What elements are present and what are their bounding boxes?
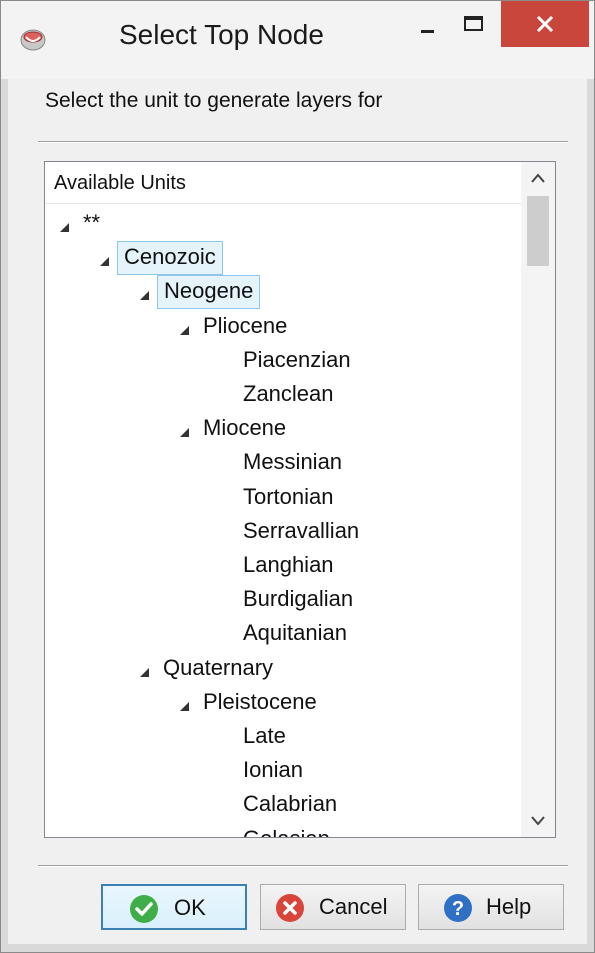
window-title: Select Top Node	[119, 19, 324, 50]
tree-node-label[interactable]: Messinian	[237, 446, 348, 478]
scroll-down-button[interactable]	[521, 805, 555, 837]
tree-node-label[interactable]: **	[77, 207, 106, 239]
tree-node[interactable]: Calabrian	[45, 788, 505, 822]
ok-button[interactable]: OK	[101, 884, 247, 930]
tree-node[interactable]: Pliocene	[45, 310, 505, 344]
tree-node-label[interactable]: Quaternary	[157, 652, 279, 684]
tree-node-label[interactable]: Pliocene	[197, 310, 293, 342]
app-icon	[19, 25, 47, 53]
tree-node[interactable]: Aquitanian	[45, 617, 505, 651]
bottom-separator	[38, 865, 568, 867]
tree-node-label[interactable]: Pleistocene	[197, 686, 323, 718]
minimize-button[interactable]	[405, 1, 451, 47]
tree-node[interactable]: Langhian	[45, 549, 505, 583]
tree-node-label[interactable]: Gelasian	[237, 823, 336, 837]
tree-node-label[interactable]: Tortonian	[237, 481, 340, 513]
close-button[interactable]	[501, 1, 589, 47]
tree-node-label[interactable]: Burdigalian	[237, 583, 359, 615]
tree-node[interactable]: Serravallian	[45, 515, 505, 549]
tree-node[interactable]: Burdigalian	[45, 583, 505, 617]
svg-text:?: ?	[452, 898, 464, 920]
tree-node[interactable]: Neogene	[45, 275, 505, 309]
tree-header-label: Available Units	[54, 172, 186, 194]
cancel-button[interactable]: Cancel	[260, 884, 406, 930]
tree-node[interactable]: Ionian	[45, 754, 505, 788]
tree-node-label[interactable]: Serravallian	[237, 515, 365, 547]
help-icon: ?	[443, 893, 473, 923]
tree-node[interactable]: Quaternary	[45, 652, 505, 686]
tree-node[interactable]: Piacenzian	[45, 344, 505, 378]
scroll-thumb[interactable]	[527, 196, 549, 266]
chevron-down-icon	[521, 816, 555, 837]
instruction-label: Select the unit to generate layers for	[45, 89, 383, 112]
tree-node-label[interactable]: Piacenzian	[237, 344, 357, 376]
expand-triangle-icon[interactable]	[180, 698, 189, 711]
tree-rows: ** Cenozoic Neogene Pliocene Piacenzian Zancl…	[45, 207, 521, 837]
tree-node[interactable]: Zanclean	[45, 378, 505, 412]
help-button[interactable]: ? Help	[418, 884, 564, 930]
tree-node[interactable]: Gelasian	[45, 823, 505, 837]
expand-triangle-icon[interactable]	[180, 424, 189, 437]
tree-node[interactable]: Messinian	[45, 446, 505, 480]
tree-node[interactable]: Late	[45, 720, 505, 754]
tree-node[interactable]: Miocene	[45, 412, 505, 446]
cancel-label: Cancel	[319, 894, 388, 919]
tree-node-label[interactable]: Cenozoic	[117, 241, 223, 275]
expand-triangle-icon[interactable]	[140, 664, 149, 677]
tree-node-label[interactable]: Late	[237, 720, 292, 752]
expand-triangle-icon[interactable]	[140, 287, 149, 300]
top-separator	[38, 141, 568, 143]
tree-node-label[interactable]: Aquitanian	[237, 617, 353, 649]
tree-node[interactable]: Cenozoic	[45, 241, 505, 275]
tree-header: Available Units	[46, 163, 522, 204]
minimize-icon	[405, 30, 451, 51]
tree-node-label[interactable]: Neogene	[157, 275, 261, 309]
cancel-icon	[275, 893, 305, 923]
tree-node-label[interactable]: Calabrian	[237, 788, 343, 820]
tree-node-label[interactable]: Ionian	[237, 754, 309, 786]
expand-triangle-icon[interactable]	[60, 219, 69, 232]
units-tree-view[interactable]: Available Units ** Cenozoic Neogene Pliocen…	[44, 161, 556, 838]
scroll-up-button[interactable]	[521, 162, 555, 194]
expand-triangle-icon[interactable]	[180, 322, 189, 335]
expand-triangle-icon[interactable]	[100, 253, 109, 266]
button-bar: OK Cancel ? Help	[8, 879, 587, 939]
tree-node-label[interactable]: Miocene	[197, 412, 292, 444]
close-icon	[501, 15, 589, 51]
tree-node-label[interactable]: Langhian	[237, 549, 340, 581]
dialog-body: Select the unit to generate layers for A…	[8, 79, 587, 944]
tree-node[interactable]: Pleistocene	[45, 686, 505, 720]
tree-node-label[interactable]: Zanclean	[237, 378, 340, 410]
vertical-scrollbar[interactable]	[521, 162, 555, 837]
maximize-icon	[451, 16, 497, 51]
dialog-window: Select Top Node Select the unit to gener…	[0, 0, 595, 953]
help-label: Help	[486, 894, 532, 919]
tree-node[interactable]: Tortonian	[45, 481, 505, 515]
ok-label: OK	[174, 895, 206, 920]
title-bar[interactable]: Select Top Node	[1, 1, 594, 79]
tree-node[interactable]: **	[45, 207, 505, 241]
check-icon	[129, 894, 159, 924]
maximize-button[interactable]	[451, 1, 497, 47]
